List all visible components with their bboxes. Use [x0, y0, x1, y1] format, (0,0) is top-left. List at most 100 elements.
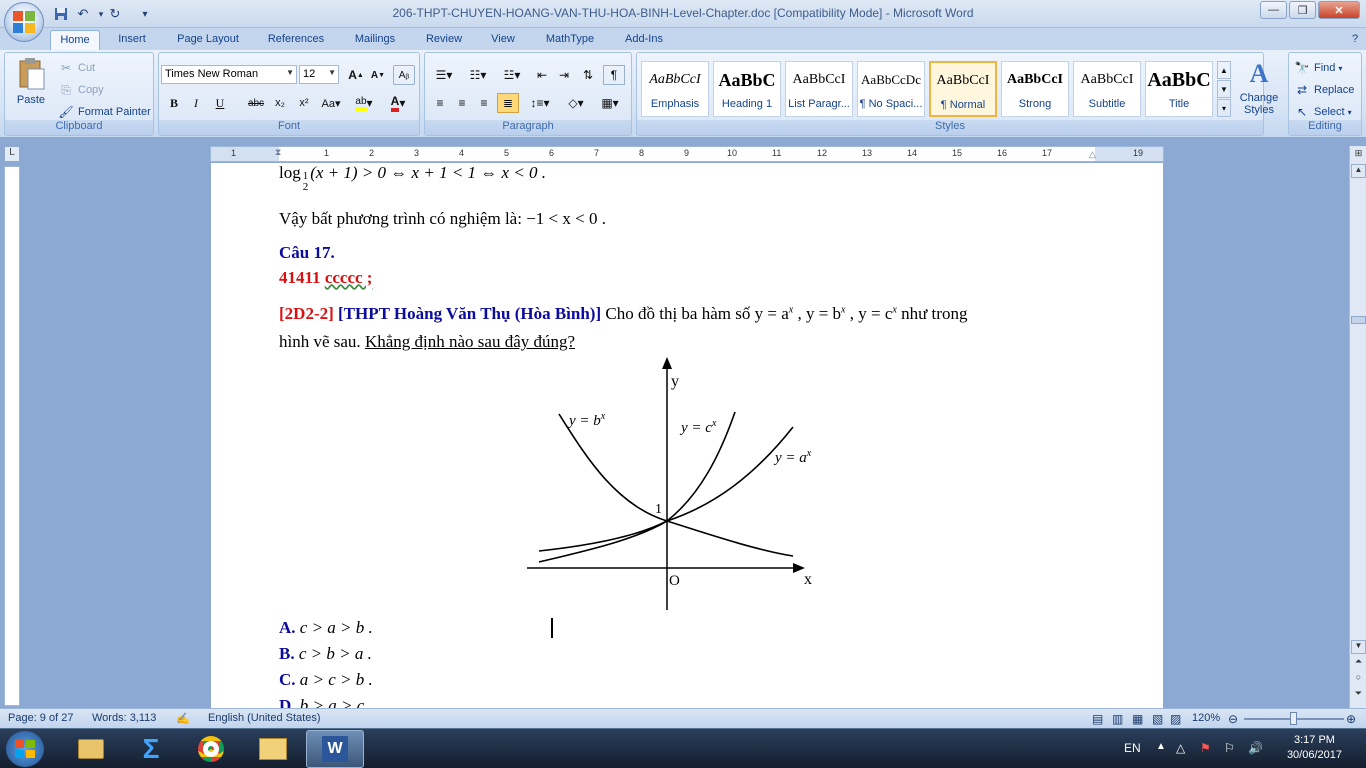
chrome-icon[interactable]: [182, 730, 240, 768]
tab-mailings[interactable]: Mailings: [344, 30, 406, 50]
multilevel-list-button[interactable]: ☳ ▾: [497, 65, 527, 85]
outlook-icon[interactable]: [244, 730, 302, 768]
full-screen-reading-icon[interactable]: ▥: [1112, 712, 1123, 726]
tab-insert[interactable]: Insert: [108, 30, 156, 50]
explorer-icon[interactable]: [62, 730, 120, 768]
document-page[interactable]: log 1 2(x + 1) > 0 ⇔ x + 1 < 1 ⇔ x < 0 . V…: [211, 163, 1163, 708]
volume-icon[interactable]: 🔊: [1248, 741, 1263, 755]
language-indicator[interactable]: EN: [1124, 741, 1141, 755]
help-icon[interactable]: ?: [1346, 30, 1364, 50]
zoom-in-icon[interactable]: ⊕: [1346, 712, 1356, 726]
word-taskbar-icon[interactable]: W: [306, 730, 364, 768]
styles-scroll-down-icon[interactable]: ▼: [1217, 80, 1231, 98]
tab-selector[interactable]: L: [4, 146, 20, 162]
superscript-button[interactable]: x²: [293, 93, 315, 113]
font-name-combo[interactable]: Times New Roman ▼: [161, 65, 297, 84]
copy-button[interactable]: ⎘ Copy: [57, 81, 104, 99]
tab-review[interactable]: Review: [416, 30, 472, 50]
close-button[interactable]: ✕: [1318, 1, 1360, 19]
numbering-button[interactable]: ☷ ▾: [463, 65, 493, 85]
font-size-combo[interactable]: 12 ▼: [299, 65, 339, 84]
proofing-icon[interactable]: ✍: [176, 712, 190, 725]
line-spacing-button[interactable]: ↕≡ ▾: [525, 93, 555, 113]
language-status[interactable]: English (United States): [208, 712, 321, 724]
styles-more-icon[interactable]: ▾: [1217, 99, 1231, 117]
start-button[interactable]: [6, 731, 44, 767]
style-subtitle[interactable]: AaBbCcI Subtitle: [1073, 61, 1141, 117]
browse-object-icon[interactable]: ○: [1351, 672, 1366, 686]
zoom-level[interactable]: 120%: [1192, 712, 1220, 724]
scroll-up-icon[interactable]: ▲: [1351, 164, 1366, 178]
increase-indent-button[interactable]: ⇥: [553, 65, 575, 85]
minimize-button[interactable]: —: [1260, 1, 1287, 19]
scroll-thumb[interactable]: [1351, 316, 1366, 324]
tab-home[interactable]: Home: [50, 30, 100, 50]
paste-button[interactable]: Paste: [11, 57, 51, 106]
vertical-scrollbar[interactable]: ⊞ ▲ ▼ ⏶ ○ ⏷: [1349, 146, 1366, 708]
bold-button[interactable]: B: [163, 93, 185, 113]
style-heading-1[interactable]: AaBbC Heading 1: [713, 61, 781, 117]
underline-button[interactable]: U: [209, 93, 231, 113]
answer-a[interactable]: A. c > a > b .: [279, 618, 373, 638]
bullets-button[interactable]: ☰ ▾: [429, 65, 459, 85]
outline-icon[interactable]: ▧: [1152, 712, 1163, 726]
answer-c[interactable]: C. a > c > b .: [279, 670, 373, 690]
previous-page-icon[interactable]: ⏶: [1351, 656, 1366, 670]
change-case-button[interactable]: Aa▾: [317, 93, 345, 113]
tab-references[interactable]: References: [258, 30, 334, 50]
zoom-out-icon[interactable]: ⊖: [1228, 712, 1238, 726]
tab-add-ins[interactable]: Add-Ins: [616, 30, 672, 50]
align-right-button[interactable]: ≡: [473, 93, 495, 113]
borders-button[interactable]: ▦ ▾: [595, 93, 625, 113]
subscript-button[interactable]: x₂: [269, 93, 291, 113]
zoom-slider-thumb[interactable]: [1290, 712, 1297, 725]
change-styles-button[interactable]: A Change Styles: [1235, 59, 1283, 116]
clear-formatting-button[interactable]: Aᵦ: [393, 65, 415, 85]
answer-b[interactable]: B. c > b > a .: [279, 644, 372, 664]
tab-page-layout[interactable]: Page Layout: [168, 30, 248, 50]
tab-mathtype[interactable]: MathType: [534, 30, 606, 50]
answer-d[interactable]: D. b > a > c: [279, 696, 364, 708]
align-center-button[interactable]: ≡: [451, 93, 473, 113]
action-center-icon[interactable]: ⚐: [1224, 741, 1235, 755]
font-color-button[interactable]: A ▾: [383, 93, 413, 113]
horizontal-ruler[interactable]: 1 1 2 3 4 5 6 7 8 9 10 11 12 13 14 15 16…: [210, 146, 1164, 162]
word-count[interactable]: Words: 3,113: [92, 712, 156, 724]
sigma-app-icon[interactable]: Σ: [122, 730, 180, 768]
indent-marker-icon[interactable]: ⧗: [275, 147, 281, 158]
style-list-paragraph[interactable]: AaBbCcI List Paragr...: [785, 61, 853, 117]
highlight-button[interactable]: ab ▾: [349, 93, 379, 113]
show-formatting-button[interactable]: ¶: [603, 65, 625, 85]
page-count[interactable]: Page: 9 of 27: [8, 712, 73, 724]
justify-button[interactable]: ≣: [497, 93, 519, 113]
next-page-icon[interactable]: ⏷: [1351, 688, 1366, 702]
cut-button[interactable]: ✂ Cut: [57, 59, 95, 77]
clock[interactable]: 3:17 PM 30/06/2017: [1287, 733, 1342, 763]
style-title[interactable]: AaBbC Title: [1145, 61, 1213, 117]
italic-button[interactable]: I: [185, 93, 207, 113]
right-indent-marker-icon[interactable]: △: [1089, 149, 1096, 160]
strikethrough-button[interactable]: abc: [245, 93, 267, 113]
align-left-button[interactable]: ≡: [429, 93, 451, 113]
select-button[interactable]: ↖ Select ▾: [1293, 103, 1352, 121]
tab-view[interactable]: View: [482, 30, 524, 50]
style-emphasis[interactable]: AaBbCcI Emphasis: [641, 61, 709, 117]
style-normal[interactable]: AaBbCcI ¶ Normal: [929, 61, 997, 117]
draft-icon[interactable]: ▨: [1170, 712, 1181, 726]
replace-button[interactable]: ⇄ Replace: [1293, 81, 1354, 99]
network-error-icon[interactable]: ⚑: [1200, 741, 1211, 755]
grow-font-button[interactable]: A ▲: [345, 65, 367, 85]
scroll-down-icon[interactable]: ▼: [1351, 640, 1366, 654]
sort-button[interactable]: ⇅: [577, 65, 599, 85]
style-strong[interactable]: AaBbCcI Strong: [1001, 61, 1069, 117]
styles-scroll-up-icon[interactable]: ▲: [1217, 61, 1231, 79]
google-drive-icon[interactable]: △: [1176, 741, 1185, 755]
print-layout-icon[interactable]: ▤: [1092, 712, 1103, 726]
find-button[interactable]: 🔭 Find ▾: [1293, 59, 1343, 77]
format-painter-button[interactable]: 🖌 Format Painter: [57, 103, 150, 121]
shading-button[interactable]: ◇ ▾: [561, 93, 591, 113]
decrease-indent-button[interactable]: ⇤: [531, 65, 553, 85]
shrink-font-button[interactable]: A ▼: [367, 65, 389, 85]
web-layout-icon[interactable]: ▦: [1132, 712, 1143, 726]
show-hidden-icons-icon[interactable]: ▲: [1156, 741, 1166, 752]
